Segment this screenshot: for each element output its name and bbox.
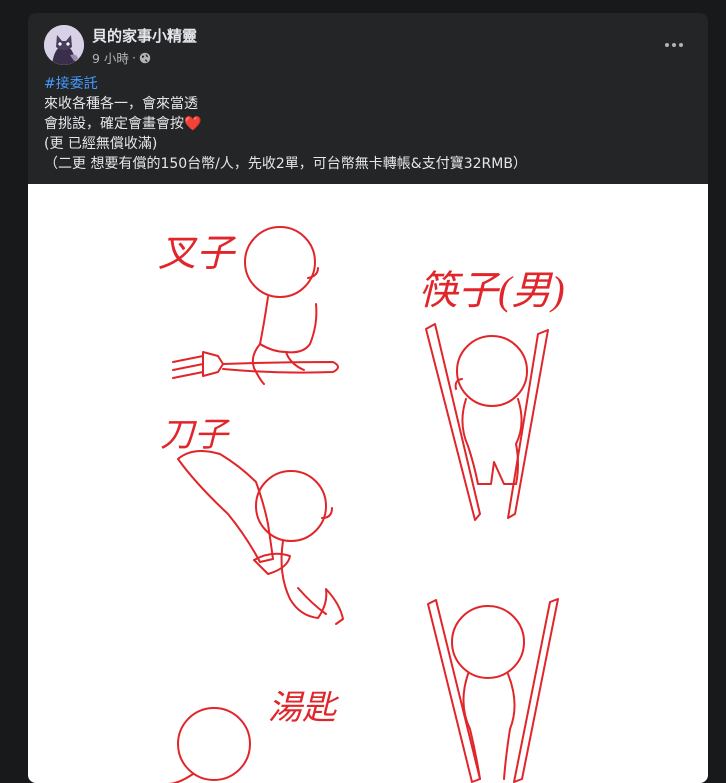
post-image[interactable]: 叉子 刀子 筷子(男) 湯匙 xyxy=(28,184,708,783)
post-line-2: 會挑設，確定會畫會按 xyxy=(44,116,184,132)
more-dot xyxy=(679,43,683,47)
chopsticks-bottom-illustration xyxy=(427,598,559,783)
sketch-drawing: 叉子 刀子 筷子(男) 湯匙 xyxy=(158,226,565,783)
post-line-2-wrapper: 會挑設，確定會畫會按❤️ xyxy=(44,114,694,134)
globe-icon[interactable] xyxy=(139,52,151,64)
knife-illustration xyxy=(177,449,344,625)
chopsticks-label: 筷子(男) xyxy=(418,268,565,313)
meta-separator: · xyxy=(131,50,136,65)
post-meta: 9 小時 · xyxy=(92,48,151,67)
post-card: 貝的家事小精靈 9 小時 · #接委託 來收各種各一，會來當透 會挑設，確定會畫… xyxy=(28,13,708,783)
spoon-label: 湯匙 xyxy=(268,690,340,727)
page-avatar[interactable] xyxy=(44,25,84,65)
knife-label: 刀子 xyxy=(160,417,230,454)
chopsticks-top-illustration xyxy=(425,323,549,521)
post-header: 貝的家事小精靈 9 小時 · xyxy=(28,13,708,77)
post-text: #接委託 來收各種各一，會來當透 會挑設，確定會畫會按❤️ (更 已經無償收滿)… xyxy=(44,74,694,174)
page-name[interactable]: 貝的家事小精靈 xyxy=(92,25,197,46)
heart-emoji: ❤️ xyxy=(184,116,202,132)
more-dot xyxy=(665,43,669,47)
post-line-3: (更 已經無償收滿) xyxy=(44,136,158,152)
post-time[interactable]: 9 小時 xyxy=(92,48,129,67)
post-line-1: 來收各種各一，會來當透 xyxy=(44,96,198,112)
cat-avatar-icon xyxy=(44,25,84,65)
fork-label: 叉子 xyxy=(158,233,237,275)
post-line-4: （二更 想要有償的150台幣/人，先收2單，可台幣無卡轉帳&支付寶32RMB） xyxy=(44,156,527,172)
more-options-button[interactable] xyxy=(660,31,688,59)
more-dot xyxy=(672,43,676,47)
hashtag-link[interactable]: #接委託 xyxy=(44,76,98,92)
